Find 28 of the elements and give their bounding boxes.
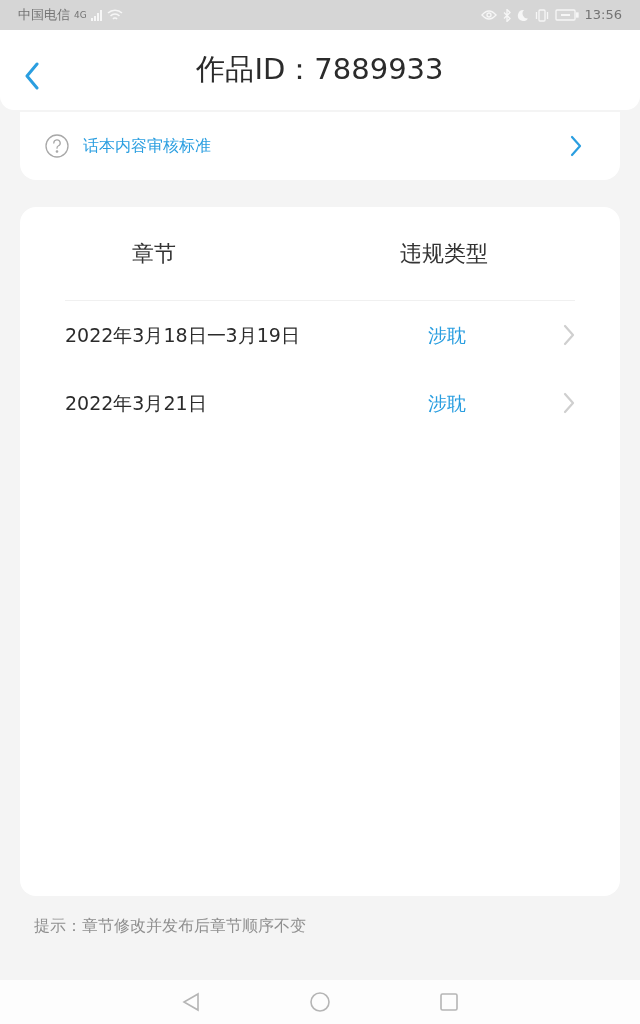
recents-nav-icon[interactable] [440,993,458,1011]
moon-icon [516,9,529,21]
vibrate-icon [534,8,549,22]
bluetooth-icon [502,8,511,22]
back-nav-icon[interactable] [182,992,200,1012]
battery-icon [554,9,579,21]
violation-type: 涉耽 [428,322,467,348]
violation-type: 涉耽 [428,390,467,416]
chevron-right-icon [563,324,575,346]
carrier-name: 中国电信 [18,6,70,25]
column-header: 违规类型 [400,240,488,268]
help-icon [45,134,69,158]
chapter-row[interactable]: 2022年3月21日 涉耽 [65,369,575,437]
column-header: 章节 [131,240,177,268]
clock-time: 13:56 [584,6,622,25]
wifi-icon [106,9,123,21]
hint-text: 提示：章节修改并发布后章节顺序不变 [34,915,307,937]
eye-icon [480,10,497,20]
chevron-right-icon [563,392,575,414]
page-title: 作品ID：7889933 [196,51,444,89]
back-button[interactable] [24,62,40,90]
chapter-row[interactable]: 2022年3月18日一3月19日 涉耽 [65,301,575,369]
signal-icon [90,9,103,21]
chevron-right-icon [570,135,582,157]
chapter-date: 2022年3月18日一3月19日 [65,322,301,348]
home-nav-icon[interactable] [310,992,330,1012]
network-type: 4G [74,9,87,23]
chapter-date: 2022年3月21日 [65,390,208,416]
